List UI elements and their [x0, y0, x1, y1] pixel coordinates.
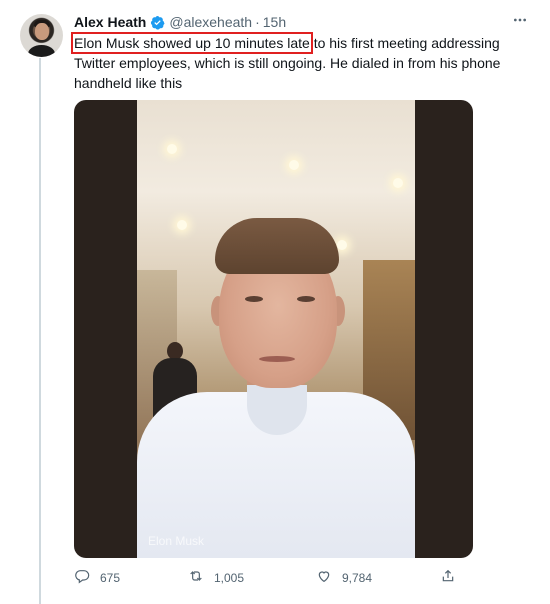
- share-button[interactable]: [440, 568, 456, 587]
- tweet-header: Alex Heath @alexeheath · 15h: [74, 12, 286, 32]
- heart-icon: [316, 568, 332, 587]
- tweet-actions: 675 1,005 9,784: [74, 568, 474, 588]
- retweet-icon: [188, 568, 204, 587]
- thread-line: [39, 58, 41, 604]
- separator-dot: ·: [255, 14, 260, 30]
- like-button[interactable]: 9,784: [316, 568, 372, 587]
- video-frame: [137, 100, 415, 558]
- retweet-button[interactable]: 1,005: [188, 568, 244, 587]
- tweet-video[interactable]: Elon Musk: [74, 100, 473, 558]
- author-handle[interactable]: @alexeheath: [169, 14, 252, 30]
- verified-badge-icon: [150, 15, 165, 30]
- author-name[interactable]: Alex Heath: [74, 14, 146, 30]
- video-watermark: Elon Musk: [148, 534, 205, 548]
- retweet-count: 1,005: [214, 570, 245, 585]
- more-dots-icon[interactable]: [512, 12, 528, 33]
- highlighted-text: Elon Musk showed up 10 minutes late: [71, 32, 313, 54]
- tweet-timestamp[interactable]: 15h: [263, 14, 286, 30]
- like-count: 9,784: [342, 570, 373, 585]
- tweet-text: Elon Musk showed up 10 minutes late to h…: [71, 32, 514, 93]
- avatar[interactable]: [20, 14, 63, 57]
- reply-count: 675: [100, 570, 121, 585]
- reply-button[interactable]: 675: [74, 568, 120, 587]
- reply-icon: [74, 568, 90, 587]
- share-icon: [440, 568, 456, 587]
